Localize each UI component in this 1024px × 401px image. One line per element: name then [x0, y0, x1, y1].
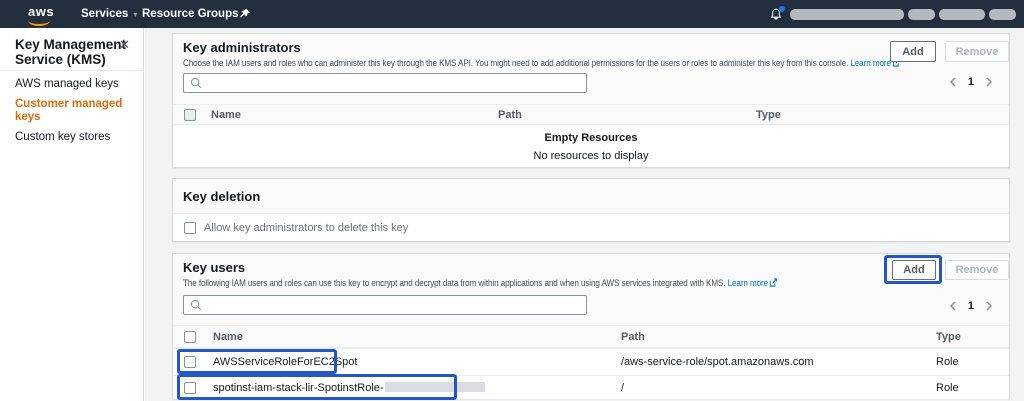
allow-deletion-checkbox[interactable]	[184, 222, 196, 234]
chevron-down-icon: ▾	[133, 10, 137, 19]
empty-state-message: No resources to display	[173, 150, 1009, 162]
nav-resource-groups-menu[interactable]: Resource Groups ▾	[142, 0, 248, 28]
key-users-panel: Key users The following IAM users and ro…	[172, 253, 1010, 399]
description-text: Choose the IAM users and roles who can a…	[183, 58, 848, 69]
chevron-left-icon[interactable]	[949, 301, 957, 311]
key-users-title: Key users	[183, 260, 245, 275]
remove-administrator-button[interactable]: Remove	[945, 41, 1009, 62]
column-header-name: Name	[213, 331, 243, 343]
sidebar-item-custom-key-stores[interactable]: Custom key stores	[15, 131, 143, 144]
sidebar-item-customer-managed-keys[interactable]: Customer managed keys	[15, 98, 143, 124]
add-administrator-button[interactable]: Add	[890, 41, 936, 62]
remove-key-user-button[interactable]: Remove	[945, 260, 1009, 280]
sidebar-divider	[0, 70, 143, 71]
page-number[interactable]: 1	[968, 76, 974, 88]
administrators-search-input[interactable]	[207, 77, 580, 89]
key-deletion-title: Key deletion	[183, 189, 260, 204]
chevron-right-icon[interactable]	[985, 77, 993, 87]
sidebar-item-aws-managed-keys[interactable]: AWS managed keys	[15, 78, 143, 91]
row-checkbox[interactable]	[184, 356, 196, 368]
administrators-search	[183, 73, 587, 93]
nav-services-label: Services	[81, 8, 128, 20]
aws-logo-text: aws	[28, 4, 54, 19]
select-all-checkbox[interactable]	[184, 331, 196, 343]
key-users-table-header: Name Path Type	[173, 325, 1009, 348]
administrators-empty-state: Empty Resources No resources to display	[173, 125, 1009, 167]
main-content: Key administrators Choose the IAM users …	[145, 28, 1024, 401]
key-users-description: The following IAM users and roles can us…	[183, 278, 777, 289]
role-name: spotinst-iam-stack-lir-SpotinstRole-	[213, 382, 485, 394]
column-header-type: Type	[936, 331, 961, 343]
column-header-name: Name	[211, 109, 241, 121]
redacted-account-info	[790, 9, 904, 20]
learn-more-link[interactable]: Learn more	[728, 278, 778, 289]
search-icon	[190, 299, 202, 311]
kms-sidebar: Key Management Service (KMS) ✕ AWS manag…	[0, 28, 144, 401]
table-row[interactable]: spotinst-iam-stack-lir-SpotinstRole- / R…	[173, 375, 1009, 399]
administrators-pagination: 1	[949, 76, 993, 88]
select-all-checkbox[interactable]	[184, 109, 196, 121]
key-users-search-input[interactable]	[207, 299, 580, 311]
key-users-pagination: 1	[949, 300, 993, 312]
description-text: The following IAM users and roles can us…	[183, 278, 725, 289]
redacted-account-info	[908, 9, 935, 20]
key-users-search	[183, 295, 587, 315]
key-deletion-row: Allow key administrators to delete this …	[173, 213, 1009, 241]
administrators-table-header: Name Path Type	[173, 104, 1009, 125]
top-navbar: aws Services ▾ Resource Groups ▾	[0, 0, 1024, 28]
sidebar-title: Key Management Service (KMS)	[15, 37, 127, 67]
pin-icon[interactable]	[239, 0, 251, 28]
role-type: Role	[936, 382, 959, 394]
page-number[interactable]: 1	[968, 300, 974, 312]
column-header-path: Path	[621, 331, 645, 343]
notification-badge-dot	[779, 6, 785, 12]
allow-deletion-label: Allow key administrators to delete this …	[204, 222, 408, 234]
column-header-path: Path	[498, 109, 522, 121]
chevron-left-icon[interactable]	[949, 77, 957, 87]
role-path: /	[621, 382, 624, 394]
redacted-account-info	[939, 9, 985, 20]
key-administrators-description: Choose the IAM users and roles who can a…	[183, 58, 900, 69]
close-icon[interactable]: ✕	[119, 38, 130, 51]
key-administrators-panel: Key administrators Choose the IAM users …	[172, 33, 1010, 168]
chevron-right-icon[interactable]	[985, 301, 993, 311]
key-administrators-title: Key administrators	[183, 40, 301, 55]
sidebar-nav: AWS managed keys Customer managed keys C…	[15, 78, 143, 144]
role-name: AWSServiceRoleForEC2Spot	[213, 356, 357, 368]
empty-state-title: Empty Resources	[173, 132, 1009, 144]
nav-resource-groups-label: Resource Groups	[142, 8, 239, 20]
search-icon	[190, 77, 202, 89]
table-row[interactable]: AWSServiceRoleForEC2Spot /aws-service-ro…	[173, 348, 1009, 375]
external-link-icon	[770, 278, 778, 287]
aws-smile-icon	[28, 20, 50, 26]
notifications-bell-icon[interactable]	[769, 0, 783, 28]
redacted-account-info	[989, 9, 1016, 20]
aws-logo[interactable]: aws	[28, 0, 54, 28]
row-checkbox[interactable]	[184, 382, 196, 394]
nav-services-menu[interactable]: Services ▾	[81, 0, 137, 28]
add-key-user-button[interactable]: Add	[892, 260, 936, 280]
redacted-role-suffix	[385, 382, 485, 392]
role-type: Role	[936, 356, 959, 368]
kms-console-screen: aws Services ▾ Resource Groups ▾ Key Man…	[0, 0, 1024, 401]
role-path: /aws-service-role/spot.amazonaws.com	[621, 356, 814, 368]
key-deletion-panel: Key deletion Allow key administrators to…	[172, 178, 1010, 242]
column-header-type: Type	[756, 109, 781, 121]
